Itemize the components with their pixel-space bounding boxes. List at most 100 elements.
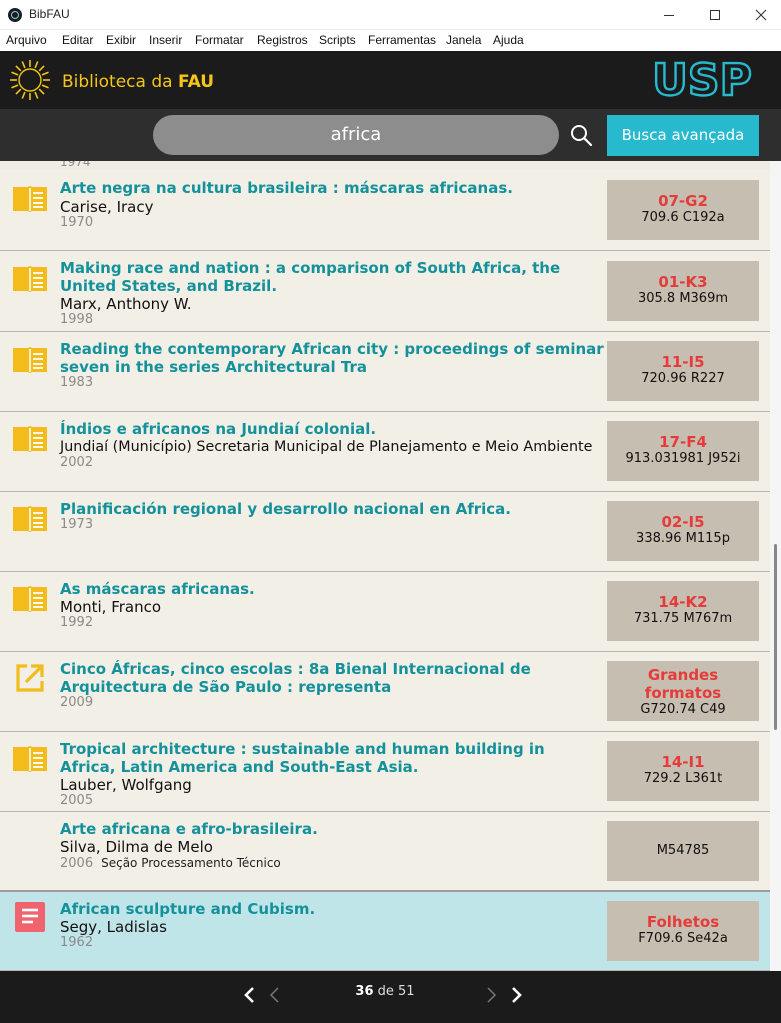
menu-editar[interactable]: Editar: [62, 33, 93, 47]
page-separator: de: [373, 984, 399, 999]
item-title[interactable]: As máscaras africanas.: [60, 580, 605, 598]
first-page-icon[interactable]: [265, 984, 285, 1006]
list-item[interactable]: Cinco Áfricas, cinco escolas : 8a Bienal…: [0, 652, 770, 732]
call-number-box[interactable]: M54785: [607, 821, 759, 881]
cutoff-year: 1974: [60, 161, 91, 169]
item-title[interactable]: Making race and nation : a comparison of…: [60, 259, 605, 295]
item-author: Carise, Iracy: [60, 198, 154, 216]
item-title[interactable]: Arte africana e afro-brasileira.: [60, 820, 605, 838]
shelf-location: 11-I5: [661, 353, 705, 371]
item-author: Monti, Franco: [60, 598, 162, 616]
list-item[interactable]: Reading the contemporary African city : …: [0, 332, 770, 412]
call-number: 731.75 M767m: [633, 611, 733, 626]
minimize-icon: [664, 14, 674, 16]
book-icon: [13, 586, 47, 612]
item-note: Seção Processamento Técnico: [101, 856, 281, 870]
list-item[interactable]: Índios e africanos na Jundiaí colonial. …: [0, 412, 770, 492]
item-author: Segy, Ladislas: [60, 918, 167, 936]
call-number-box[interactable]: 17-F4 913.031981 J952i: [607, 421, 759, 481]
menu-arquivo[interactable]: Arquivo: [6, 33, 47, 47]
item-year: 2006 Seção Processamento Técnico: [60, 855, 281, 872]
item-author: Lauber, Wolfgang: [60, 776, 192, 794]
item-title[interactable]: African sculpture and Cubism.: [60, 900, 605, 918]
list-item[interactable]: Arte africana e afro-brasileira. Silva, …: [0, 812, 770, 891]
item-year: 1998: [60, 312, 94, 327]
call-number: F709.6 Se42a: [638, 931, 728, 946]
previous-page-icon[interactable]: [240, 984, 260, 1006]
menu-ferramentas[interactable]: Ferramentas: [368, 33, 436, 47]
next-page-icon[interactable]: [506, 984, 526, 1006]
scrollbar-thumb[interactable]: [774, 544, 777, 730]
brand-prefix: Biblioteca da: [62, 72, 178, 92]
call-number-box[interactable]: 01-K3 305.8 M369m: [607, 261, 759, 321]
list-item[interactable]: Making race and nation : a comparison of…: [0, 251, 770, 332]
maximize-button[interactable]: [692, 0, 738, 30]
item-year: 2005: [60, 793, 94, 808]
page-indicator: 36 de 51: [340, 984, 430, 999]
external-link-icon: [16, 664, 44, 692]
call-number-box[interactable]: Folhetos F709.6 Se42a: [607, 901, 759, 961]
close-icon: [755, 9, 767, 21]
book-icon: [13, 186, 47, 212]
menu-registros[interactable]: Registros: [257, 33, 308, 47]
shelf-location: Folhetos: [646, 913, 720, 931]
menu-inserir[interactable]: Inserir: [149, 33, 182, 47]
total-pages: 51: [398, 984, 415, 999]
item-year: 1992: [60, 615, 94, 630]
search-input[interactable]: africa: [153, 115, 559, 155]
shelf-location: Grandes formatos: [644, 666, 722, 702]
brand-title: Biblioteca da FAU: [62, 72, 214, 92]
call-number-box[interactable]: 07-G2 709.6 C192a: [607, 180, 759, 240]
last-page-icon[interactable]: [481, 984, 501, 1006]
list-item[interactable]: Tropical architecture : sustainable and …: [0, 732, 770, 812]
call-number: 720.96 R227: [641, 371, 725, 386]
call-number: G720.74 C49: [640, 702, 726, 717]
call-number-box[interactable]: 11-I5 720.96 R227: [607, 341, 759, 401]
search-bar: africa Busca avançada: [0, 109, 781, 161]
book-icon: [13, 746, 47, 772]
item-title[interactable]: Cinco Áfricas, cinco escolas : 8a Bienal…: [60, 660, 605, 696]
menu-ajuda[interactable]: Ajuda: [493, 33, 524, 47]
usp-logo-text: USP: [652, 59, 752, 101]
item-title[interactable]: Tropical architecture : sustainable and …: [60, 740, 605, 776]
item-year: 1962: [60, 935, 94, 950]
shelf-location: 07-G2: [658, 192, 708, 210]
minimize-button[interactable]: [646, 0, 692, 30]
call-number-box[interactable]: 14-I1 729.2 L361t: [607, 741, 759, 801]
search-icon[interactable]: [569, 123, 593, 147]
item-year: 1983: [60, 375, 94, 390]
advanced-search-button[interactable]: Busca avançada: [607, 115, 759, 156]
book-icon: [13, 426, 47, 452]
menu-exibir[interactable]: Exibir: [106, 33, 136, 47]
call-number-box[interactable]: 02-I5 338.96 M115p: [607, 501, 759, 561]
menu-scripts[interactable]: Scripts: [319, 33, 356, 47]
results-list: 1974 Arte negra na cultura brasileira : …: [0, 161, 770, 971]
close-button[interactable]: [738, 0, 781, 30]
item-title[interactable]: Índios e africanos na Jundiaí colonial.: [60, 420, 605, 438]
call-number: 729.2 L361t: [643, 771, 723, 786]
item-author: Marx, Anthony W.: [60, 295, 192, 313]
item-title[interactable]: Reading the contemporary African city : …: [60, 340, 605, 376]
shelf-location: 14-K2: [658, 593, 708, 611]
list-item[interactable]: Arte negra na cultura brasileira : másca…: [0, 170, 770, 251]
menu-janela[interactable]: Janela: [446, 33, 481, 47]
list-item-selected[interactable]: African sculpture and Cubism. Segy, Ladi…: [0, 890, 770, 971]
call-number-box[interactable]: 14-K2 731.75 M767m: [607, 581, 759, 641]
menu-formatar[interactable]: Formatar: [195, 33, 244, 47]
list-item[interactable]: As máscaras africanas. Monti, Franco 199…: [0, 572, 770, 652]
item-author: Jundiaí (Município) Secretaria Municipal…: [60, 439, 593, 455]
item-year-value: 2006: [60, 856, 94, 871]
call-number: 709.6 C192a: [641, 210, 725, 225]
list-item[interactable]: Planificación regional y desarrollo naci…: [0, 492, 770, 572]
item-author: Silva, Dilma de Melo: [60, 838, 213, 856]
item-year: 2009: [60, 695, 94, 710]
window-titlebar: BibFAU: [0, 0, 781, 30]
item-title[interactable]: Arte negra na cultura brasileira : másca…: [60, 179, 605, 197]
call-number: 305.8 M369m: [637, 291, 729, 306]
item-year: 2002: [60, 455, 94, 470]
shelf-location: 14-I1: [661, 753, 705, 771]
window-title: BibFAU: [29, 7, 70, 21]
scrollbar[interactable]: [770, 161, 781, 971]
item-title[interactable]: Planificación regional y desarrollo naci…: [60, 500, 605, 518]
call-number-box[interactable]: Grandes formatos G720.74 C49: [607, 661, 759, 721]
